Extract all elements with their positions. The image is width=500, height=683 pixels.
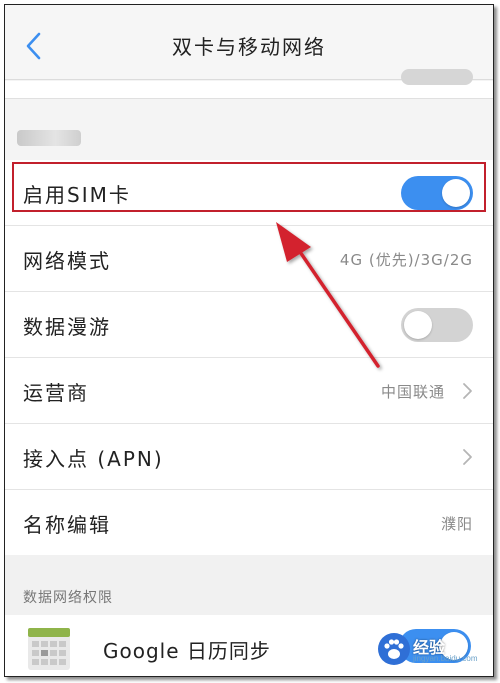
toggle-knob [404, 311, 432, 339]
settings-row-enable-sim[interactable]: 启用SIM卡 [5, 160, 493, 226]
partial-row-above [5, 69, 493, 99]
settings-row-data-roaming[interactable]: 数据漫游 [5, 292, 493, 358]
calendar-icon [28, 628, 70, 670]
settings-row-apn[interactable]: 接入点 (APN) [5, 424, 493, 490]
row-label: 接入点 (APN) [23, 447, 164, 471]
chevron-right-icon [463, 449, 472, 465]
enable-sim-toggle[interactable] [401, 176, 473, 210]
page-title: 双卡与移动网络 [172, 35, 326, 59]
row-value: 中国联通 [380, 383, 445, 401]
row-label: 数据漫游 [23, 315, 111, 339]
row-value: 4G (优先)/3G/2G [339, 251, 473, 269]
settings-row-network-mode[interactable]: 网络模式 4G (优先)/3G/2G [5, 226, 493, 292]
toggle-knob [442, 179, 470, 207]
row-label: 名称编辑 [23, 513, 111, 537]
watermark-url: jingyan.baidu.com [413, 654, 478, 663]
paw-icon [378, 633, 410, 665]
settings-list: 启用SIM卡 网络模式 4G (优先)/3G/2G 数据漫游 运营商 中国联通 … [5, 160, 493, 556]
row-label: 运营商 [23, 381, 89, 405]
chevron-right-icon [463, 383, 472, 399]
settings-row-name-edit[interactable]: 名称编辑 濮阳 [5, 490, 493, 556]
blurred-sim-label [17, 130, 81, 146]
section-header: 数据网络权限 [23, 590, 113, 606]
row-label: 网络模式 [23, 249, 111, 273]
app-name: Google 日历同步 [103, 639, 271, 663]
data-roaming-toggle[interactable] [401, 308, 473, 342]
row-label: 启用SIM卡 [23, 183, 131, 207]
settings-row-carrier[interactable]: 运营商 中国联通 [5, 358, 493, 424]
partial-toggle[interactable] [401, 69, 473, 85]
phone-screen: 双卡与移动网络 启用SIM卡 网络模式 4G (优先)/3G/2G 数据漫游 运… [4, 4, 494, 677]
row-value: 濮阳 [440, 515, 473, 533]
baidu-watermark: 经验 jingyan.baidu.com [377, 632, 477, 668]
